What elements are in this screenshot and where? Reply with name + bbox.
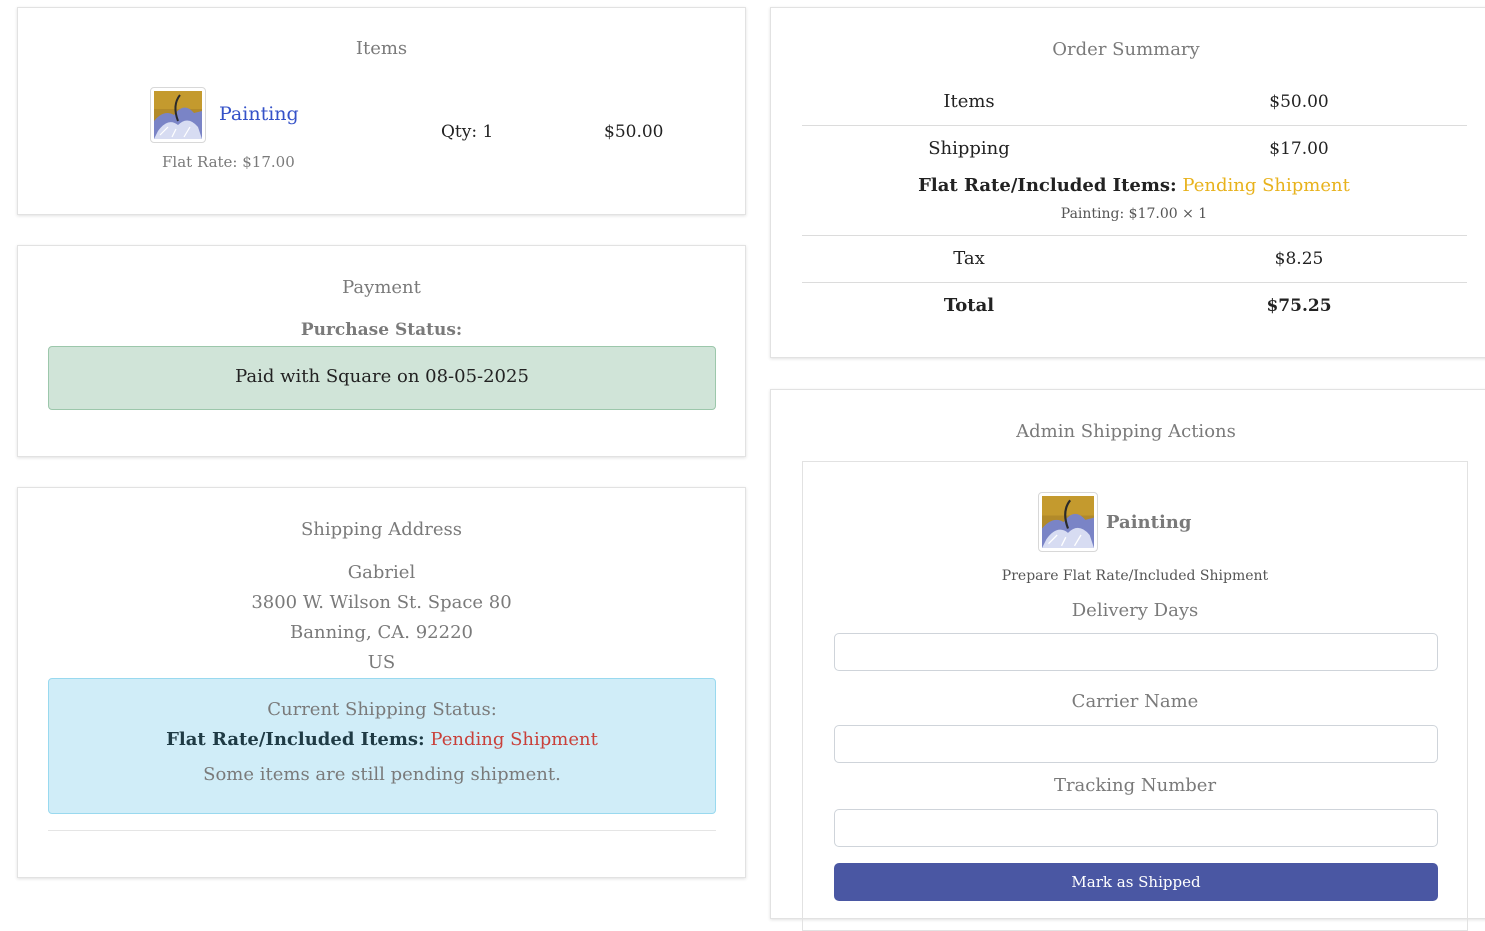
summary-items-label: Items xyxy=(943,91,995,112)
summary-total-value: $75.25 xyxy=(1266,296,1332,316)
carrier-name-label: Carrier Name xyxy=(1071,691,1199,712)
address-name: Gabriel xyxy=(347,562,416,583)
summary-shipping-line: Painting: $17.00 × 1 xyxy=(1060,206,1208,222)
shipping-status-label: Flat Rate/Included Items: xyxy=(166,729,425,750)
shipping-status-line: Flat Rate/Included Items: Pending Shipme… xyxy=(49,729,715,750)
payment-status-text: Paid with Square on 08-05-2025 xyxy=(235,366,529,387)
address-city: Banning, CA. 92220 xyxy=(290,622,473,643)
shipping-status-note: Some items are still pending shipment. xyxy=(203,764,561,785)
order-summary-card: Order Summary Items $50.00 Shipping $17.… xyxy=(770,7,1485,358)
payment-card: Payment Purchase Status: Paid with Squar… xyxy=(17,245,746,457)
summary-shipping-label: Shipping xyxy=(928,138,1010,159)
mark-as-shipped-button[interactable]: Mark as Shipped xyxy=(834,863,1438,901)
summary-shipping-detail-label: Flat Rate/Included Items: xyxy=(918,175,1177,196)
tracking-number-input[interactable] xyxy=(834,809,1438,847)
items-card: Items Painting Flat Rate: $17.00 Qty: 1 … xyxy=(17,7,746,215)
item-flat-rate: Flat Rate: $17.00 xyxy=(162,153,295,171)
summary-items-value: $50.00 xyxy=(1269,92,1329,112)
address-divider xyxy=(48,830,716,831)
item-price: $50.00 xyxy=(604,122,664,142)
shipping-status-alert: Current Shipping Status: Flat Rate/Inclu… xyxy=(48,678,716,814)
order-summary-title: Order Summary xyxy=(1052,39,1200,60)
payment-status-alert: Paid with Square on 08-05-2025 xyxy=(48,346,716,410)
admin-painting-image-icon xyxy=(1042,496,1094,548)
purchase-status-label: Purchase Status: xyxy=(300,320,463,340)
admin-prepare-text: Prepare Flat Rate/Included Shipment xyxy=(1001,568,1269,584)
summary-shipping-value: $17.00 xyxy=(1269,139,1329,159)
summary-divider-2 xyxy=(802,235,1467,236)
admin-shipment-panel: Painting Prepare Flat Rate/Included Ship… xyxy=(802,461,1468,931)
address-country: US xyxy=(367,652,396,673)
painting-image-icon xyxy=(154,91,202,139)
summary-total-label: Total xyxy=(943,295,995,316)
admin-shipping-card: Admin Shipping Actions Painting Prepare … xyxy=(770,389,1485,931)
shipping-address-title: Shipping Address xyxy=(300,519,463,540)
summary-shipping-detail: Flat Rate/Included Items: Pending Shipme… xyxy=(902,175,1366,196)
shipping-address-card: Shipping Address Gabriel 3800 W. Wilson … xyxy=(17,487,746,878)
item-qty: Qty: 1 xyxy=(441,122,494,142)
shipping-status-heading: Current Shipping Status: xyxy=(267,699,497,720)
admin-item-name: Painting xyxy=(1106,512,1192,533)
payment-card-title: Payment xyxy=(342,277,421,298)
summary-shipping-detail-status: Pending Shipment xyxy=(1182,175,1350,196)
summary-tax-value: $8.25 xyxy=(1274,249,1324,269)
item-name-link[interactable]: Painting xyxy=(219,103,299,125)
address-street: 3800 W. Wilson St. Space 80 xyxy=(251,592,512,613)
painting-thumbnail[interactable] xyxy=(150,87,206,143)
carrier-name-input[interactable] xyxy=(834,725,1438,763)
summary-divider-1 xyxy=(802,125,1467,126)
summary-divider-3 xyxy=(802,282,1467,283)
delivery-days-input[interactable] xyxy=(834,633,1438,671)
shipping-status-value: Pending Shipment xyxy=(430,729,598,750)
tracking-number-label: Tracking Number xyxy=(1053,775,1217,796)
delivery-days-label: Delivery Days xyxy=(1071,600,1199,621)
summary-tax-label: Tax xyxy=(953,248,985,269)
admin-painting-thumbnail[interactable] xyxy=(1038,492,1098,552)
items-card-title: Items xyxy=(355,38,408,59)
admin-shipping-title: Admin Shipping Actions xyxy=(1016,421,1236,442)
